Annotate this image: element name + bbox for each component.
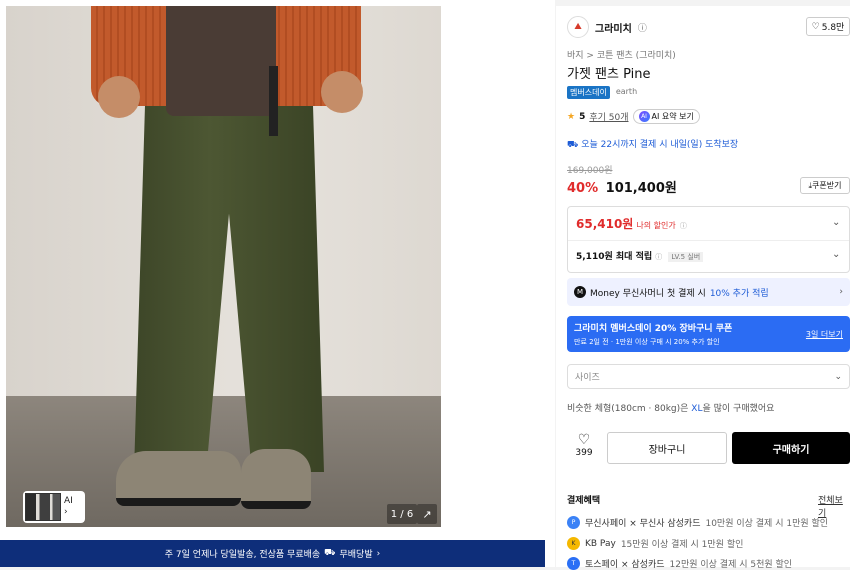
info-icon: ⓘ (679, 222, 687, 230)
star-icon: ★ (567, 111, 576, 122)
benefit-desc: 10만원 이상 결제 시 1만원 할인 (705, 519, 829, 529)
benefit-name: 무신사페이 × 무신사 삼성카드 (585, 519, 701, 529)
discount-rate: 40% (567, 181, 599, 196)
my-price-label: 나의 할인가 (636, 221, 676, 230)
info-icon: ⓘ (655, 253, 663, 261)
coupon-title: 그라미치 멤버스데이 20% 장바구니 쿠폰 (574, 324, 733, 334)
banner-text: 주 7일 언제나 당일발송, 전상품 무료배송 (164, 550, 321, 560)
similar-body-text: 비슷한 체형(180cm · 80kg)은 XL을 많이 구매했어요 (567, 401, 774, 414)
musinsa-money-banner[interactable]: M Money 무신사머니 첫 결제 시 10% 추가 적립 › (567, 278, 850, 306)
shirt-illustration (166, 6, 276, 116)
rating-value: 5 (579, 111, 586, 122)
reviews-link[interactable]: 후기 50개 (589, 110, 628, 123)
product-photo[interactable]: AI › 1 / 6 ↗ (6, 6, 441, 527)
level-badge: LV.5 실버 (668, 252, 704, 262)
toss-pay-icon: T (567, 557, 580, 570)
divider (568, 240, 849, 241)
brand-name: 그라미치 (595, 23, 632, 35)
benefit-item: K KB Pay 15만원 이상 결제 시 1만원 할인 (567, 537, 743, 550)
image-counter: 1 / 6 (387, 504, 417, 524)
product-info-panel: ⛰ 그라미치 ⓘ ♡ 5.8만 바지 > 코튼 팬츠 (그라미치) 가젯 팬츠 … (556, 6, 850, 570)
brand-like-button[interactable]: ♡ 5.8만 (806, 17, 850, 36)
similar-suffix: 을 많이 구매했어요 (702, 404, 775, 414)
ai-icon: AI (638, 111, 650, 122)
heart-icon: ♡ (577, 432, 591, 448)
size-placeholder: 사이즈 (575, 373, 600, 383)
chevron-down-icon[interactable]: ⌄ (832, 217, 840, 228)
brand-link[interactable]: ⛰ 그라미치 ⓘ (567, 16, 647, 38)
benefit-desc: 15만원 이상 결제 시 1만원 할인 (620, 540, 744, 550)
shoe-right (241, 449, 311, 509)
info-icon[interactable]: ⓘ (638, 21, 647, 34)
sale-price: 101,400원 (605, 181, 677, 196)
similar-size: XL (691, 404, 703, 414)
my-price-row[interactable]: 65,410원 나의 할인가 ⓘ (576, 215, 687, 232)
member-coupon-banner[interactable]: 그라미치 멤버스데이 20% 장바구니 쿠폰 만료 2일 전 · 1만원 이상 … (567, 316, 850, 352)
chevron-down-icon: ⌄ (834, 371, 842, 382)
chevron-down-icon[interactable]: ⌄ (832, 249, 840, 260)
similar-prefix: 비슷한 체형(180cm · 80kg)은 (567, 404, 689, 414)
belt-strap (269, 66, 278, 136)
product-title: 가젯 팬츠 Pine (567, 67, 651, 82)
hand-left (98, 76, 140, 118)
brand-like-count: 5.8만 (821, 23, 845, 33)
my-price-amount: 65,410원 (576, 217, 634, 231)
musinsa-pay-icon: P (567, 516, 580, 529)
delivery-banner[interactable]: 주 7일 언제나 당일발송, 전상품 무료배송 ⛟ 무배당발 › (0, 540, 545, 567)
benefit-name: 토스페이 × 삼성카드 (585, 560, 665, 570)
points-text: 5,110원 최대 적립 (576, 252, 653, 262)
brand-logo-icon: ⛰ (567, 16, 589, 38)
rating-row: ★ 5 후기 50개 AI AI 요약 보기 (567, 109, 700, 124)
like-count: 399 (575, 448, 593, 458)
coupon-subtitle: 만료 2일 전 · 1만원 이상 구매 시 20% 추가 할인 (574, 338, 720, 346)
hand-right (321, 71, 363, 113)
coupon-label: 쿠폰받기 (812, 181, 842, 190)
delivery-text: 오늘 22시까지 결제 시 내일(일) 도착보장 (581, 140, 739, 150)
banner-badge: 무배당발 (339, 550, 373, 560)
size-select[interactable]: 사이즈 ⌄ (567, 364, 850, 389)
benefit-name: KB Pay (585, 538, 616, 549)
chevron-right-icon: › (376, 548, 381, 559)
thumbnail-image (25, 493, 61, 521)
benefit-item: P 무신사페이 × 무신사 삼성카드 10만원 이상 결제 시 1만원 할인 (567, 516, 828, 529)
benefit-desc: 12만원 이상 결제 시 5천원 할인 (669, 560, 793, 570)
truck-icon: ⛟ (567, 140, 579, 150)
benefits-header: 결제혜택 (567, 496, 601, 506)
truck-icon: ⛟ (324, 548, 336, 558)
money-logo-icon: M (574, 286, 586, 298)
tag-earth: earth (615, 87, 638, 96)
product-tags: 멤버스데이 earth (567, 86, 639, 99)
original-price: 169,000원 (567, 166, 613, 176)
money-text: Money 무신사머니 첫 결제 시 (590, 288, 706, 299)
money-highlight: 10% 추가 적립 (709, 288, 769, 299)
thumbnail-ai-label: AI › (64, 496, 73, 517)
heart-icon: ♡ (811, 21, 820, 32)
like-button[interactable]: ♡ 399 (567, 432, 601, 468)
shoe-left (116, 451, 241, 506)
chevron-right-icon: › (839, 287, 843, 297)
expand-icon[interactable]: ↗ (417, 504, 437, 524)
coupon-more-link[interactable]: 3일 더보기 (806, 329, 843, 340)
ai-summary-label: AI 요약 보기 (651, 112, 694, 121)
product-gallery-panel: AI › 1 / 6 ↗ 주 7일 언제나 당일발송, 전상품 무료배송 ⛟ 무배… (0, 0, 555, 567)
coupon-button[interactable]: ⤓ 쿠폰받기 (800, 177, 850, 194)
buy-button[interactable]: 구매하기 (732, 432, 850, 464)
breadcrumb[interactable]: 바지 > 코튼 팬츠 (그라미치) (567, 48, 676, 61)
delivery-guarantee[interactable]: ⛟ 오늘 22시까지 결제 시 내일(일) 도착보장 (567, 137, 738, 151)
kb-pay-icon: K (567, 537, 580, 550)
points-row[interactable]: 5,110원 최대 적립 ⓘ LV.5 실버 (576, 249, 704, 262)
cart-button[interactable]: 장바구니 (607, 432, 727, 464)
my-price-box: 65,410원 나의 할인가 ⓘ ⌄ 5,110원 최대 적립 ⓘ LV.5 실버… (567, 206, 850, 273)
benefit-item: T 토스페이 × 삼성카드 12만원 이상 결제 시 5천원 할인 (567, 557, 792, 570)
ai-summary-button[interactable]: AI AI 요약 보기 (632, 109, 700, 124)
ai-thumbnail-button[interactable]: AI › (23, 491, 85, 523)
price-row: 40% 101,400원 (567, 177, 677, 196)
tag-membersday: 멤버스데이 (567, 86, 610, 99)
